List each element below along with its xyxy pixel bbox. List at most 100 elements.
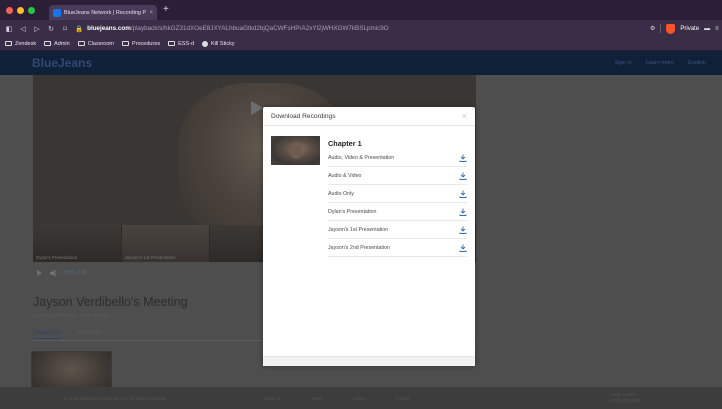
recording-row[interactable]: Audio & Video — [328, 167, 467, 185]
chapter-title: Chapter 1 — [328, 139, 362, 148]
url-path: /playback/s/hkGZ31dXOeE8JXYALhbuaGtkd2bj… — [130, 25, 389, 32]
recording-row[interactable]: Audio Only — [328, 185, 467, 203]
extensions-icon[interactable]: ⚙ — [650, 25, 655, 32]
bookmark-classroom[interactable]: Classroom — [77, 40, 114, 47]
header-link-sign-in[interactable]: Sign In — [615, 60, 632, 66]
window-controls — [6, 6, 35, 14]
globe-icon — [202, 40, 209, 47]
modal-title: Download Recordings — [271, 112, 336, 120]
download-recordings-modal: Download Recordings × Chapter 1 Audio, V… — [263, 107, 475, 366]
tab-title: BlueJeans Network | Recording Pl — [64, 9, 147, 16]
brave-shield-icon[interactable] — [666, 23, 676, 34]
page-footer: © 2018 BlueJeans Network, Inc. All right… — [0, 387, 722, 409]
play-overlay-icon[interactable] — [251, 101, 263, 115]
recording-row[interactable]: Jayson's 2nd Presentation — [328, 239, 467, 257]
footer-copyright: © 2018 BlueJeans Network, Inc. All right… — [64, 395, 167, 401]
bookmark-label: Admin — [54, 40, 70, 47]
private-label: Private — [680, 25, 700, 32]
close-window-button[interactable] — [6, 6, 13, 14]
time-display: 0:00 / 2:36 — [63, 270, 88, 276]
footer-link-policy[interactable]: Policy — [353, 396, 365, 401]
download-icon[interactable] — [458, 189, 467, 198]
footer-link-about[interactable]: About Us — [263, 396, 282, 401]
bookmark-label: Procedures — [132, 40, 161, 47]
header-link-learn-more[interactable]: Learn more — [646, 60, 674, 66]
download-icon[interactable] — [458, 171, 467, 180]
bookmark-zendesk[interactable]: Zendesk — [5, 41, 36, 47]
reload-icon[interactable]: ↻ — [47, 25, 55, 33]
download-icon[interactable] — [458, 153, 467, 162]
vpn-icon[interactable]: ▬ — [704, 26, 710, 32]
player-controls: ◀) 0:00 / 2:36 — [37, 269, 87, 277]
lock-icon: 🔒 — [75, 25, 84, 33]
thumb-label: Dylan's Presentation — [36, 255, 78, 260]
folder-icon — [77, 41, 85, 46]
timeline-thumb[interactable]: Jayson's 1st Presentation — [121, 225, 211, 262]
header-link-language[interactable]: English — [688, 60, 706, 66]
recording-label: Audio Only — [328, 190, 354, 197]
download-icon[interactable] — [458, 243, 467, 252]
bookmark-label: Zendesk — [15, 40, 37, 47]
folder-icon — [122, 41, 129, 46]
recording-label: Dylan's Presentation — [328, 208, 377, 215]
folder-icon — [44, 41, 52, 46]
recording-label: Audio, Video & Presentation — [328, 154, 395, 161]
meeting-subtitle: Meeting Recording · Main Meeting — [33, 313, 110, 319]
volume-icon[interactable]: ◀) — [49, 269, 57, 277]
tab-chapters[interactable]: Chapter (1) — [33, 330, 61, 339]
url-host: bluejeans.com — [87, 25, 131, 32]
help-center-phone: +1.408.550.2828 — [606, 398, 640, 403]
minimize-window-button[interactable] — [17, 6, 24, 14]
address-bar-row: ◧ ◁ ▷ ↻ ⌑ 🔒 bluejeans.com/playback/s/hkG… — [0, 20, 722, 37]
bookmark-label: Kill Sticky — [211, 40, 235, 47]
browser-right-controls: ⚙ Private ▬ ≡ — [650, 23, 722, 34]
back-icon[interactable]: ◁ — [19, 25, 27, 33]
browser-tab-bar: BlueJeans Network | Recording Pl × + — [0, 0, 722, 20]
footer-links: About Us Terms Policy Privacy — [263, 396, 411, 401]
chapter-tabs: Chapter (1) Highlights — [33, 330, 101, 339]
close-icon[interactable]: × — [462, 111, 467, 121]
play-icon[interactable] — [37, 270, 42, 276]
recording-row[interactable]: Audio, Video & Presentation — [328, 149, 467, 167]
recording-list: Audio, Video & Presentation Audio & Vide… — [328, 149, 467, 257]
bookmark-kill-sticky[interactable]: Kill Sticky — [202, 40, 235, 47]
url-field[interactable]: 🔒 bluejeans.com/playback/s/hkGZ31dXOeE8J… — [75, 23, 650, 35]
modal-footer — [263, 356, 475, 366]
header-links: Sign In Learn more English — [615, 60, 706, 66]
person-figure — [290, 142, 302, 159]
footer-link-privacy[interactable]: Privacy — [395, 396, 410, 401]
menu-icon[interactable]: ≡ — [715, 26, 719, 32]
bluejeans-logo[interactable]: BlueJeans — [32, 56, 92, 70]
footer-link-terms[interactable]: Terms — [311, 396, 323, 401]
download-icon[interactable] — [458, 207, 467, 216]
bookmark-label: ESS-d — [178, 40, 195, 47]
bookmark-admin[interactable]: Admin — [44, 41, 70, 47]
timeline-thumb[interactable]: Dylan's Presentation — [33, 225, 122, 262]
bookmarks-bar: Zendesk Admin Classroom Procedures ESS-d… — [0, 37, 722, 51]
divider — [660, 24, 662, 33]
tab-close-icon[interactable]: × — [149, 10, 153, 16]
tab-highlights[interactable]: Highlights — [77, 330, 101, 339]
modal-header: Download Recordings × — [263, 107, 475, 126]
folder-icon — [168, 41, 176, 46]
bookmark-label: Classroom — [87, 40, 114, 47]
zoom-window-button[interactable] — [28, 6, 35, 14]
app-header: BlueJeans Sign In Learn more English — [0, 51, 722, 75]
new-tab-button[interactable]: + — [163, 5, 169, 15]
nav-buttons: ◧ ◁ ▷ ↻ ⌑ — [5, 25, 69, 33]
bookmark-icon[interactable]: ⌑ — [61, 25, 69, 33]
folder-icon — [5, 41, 12, 46]
recording-row[interactable]: Dylan's Presentation — [328, 203, 467, 221]
bookmark-procedures[interactable]: Procedures — [122, 41, 160, 47]
recording-label: Jayson's 2nd Presentation — [328, 244, 390, 251]
bookmark-ess-d[interactable]: ESS-d — [168, 41, 194, 47]
sidebar-toggle-icon[interactable]: ◧ — [5, 25, 13, 33]
thumb-label: Jayson's 1st Presentation — [124, 255, 176, 260]
footer-help[interactable]: Help Center +1.408.550.2828 — [606, 392, 640, 404]
chapter-thumbnail — [271, 136, 320, 165]
browser-tab[interactable]: BlueJeans Network | Recording Pl × — [49, 5, 157, 20]
forward-icon[interactable]: ▷ — [33, 25, 41, 33]
download-icon[interactable] — [458, 225, 467, 234]
meeting-title: Jayson Verdibello's Meeting — [33, 295, 188, 309]
recording-row[interactable]: Jayson's 1st Presentation — [328, 221, 467, 239]
